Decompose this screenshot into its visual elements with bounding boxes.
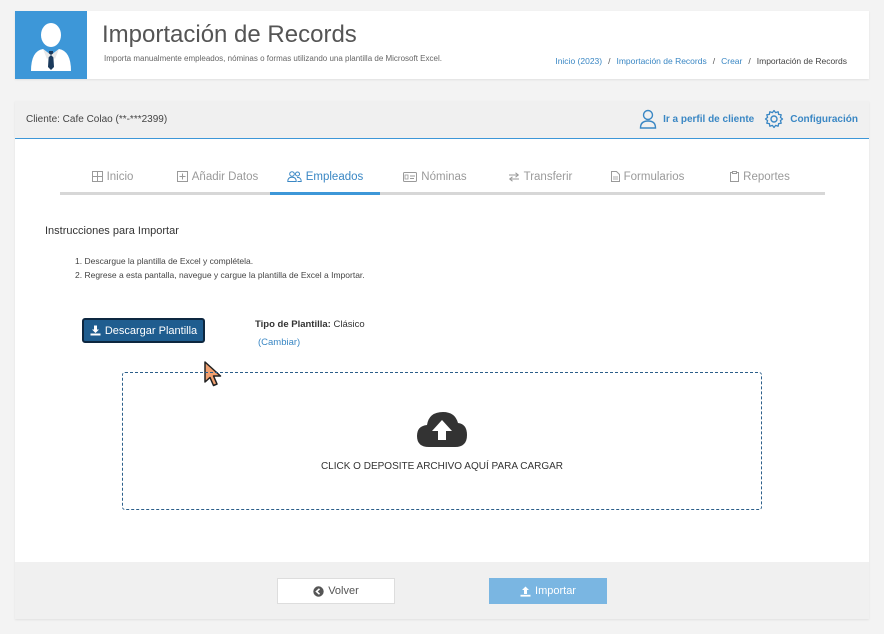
download-icon xyxy=(90,325,101,336)
instructions-title: Instrucciones para Importar xyxy=(45,225,179,237)
tab-inicio[interactable]: Inicio xyxy=(60,161,165,192)
import-button[interactable]: Importar xyxy=(489,578,607,604)
gear-icon xyxy=(765,109,784,129)
upload-icon xyxy=(520,586,531,597)
exchange-icon xyxy=(508,171,519,182)
page-subtitle: Importa manualmente empleados, nóminas o… xyxy=(104,54,442,63)
tab-nominas[interactable]: Nóminas xyxy=(380,161,490,192)
instruction-step: Regrese a esta pantalla, navegue y cargu… xyxy=(75,268,364,282)
user-icon xyxy=(639,109,657,129)
id-card-icon xyxy=(403,171,418,182)
clipboard-icon xyxy=(730,171,740,182)
client-bar: Cliente: Cafe Colao (**-***2399) Ir a pe… xyxy=(15,101,869,139)
instruction-step: Descargue la plantilla de Excel y complé… xyxy=(75,254,365,268)
user-tie-icon xyxy=(31,23,71,71)
back-button[interactable]: Volver xyxy=(277,578,395,604)
breadcrumb-crear[interactable]: Crear xyxy=(721,56,742,66)
template-type: Tipo de Plantilla: Clásico xyxy=(255,319,365,330)
tabs: Inicio Añadir Datos Empleados Nóminas Tr… xyxy=(60,161,825,195)
arrow-left-circle-icon xyxy=(313,585,324,597)
tab-reportes[interactable]: Reportes xyxy=(705,161,815,192)
tab-anadir-datos[interactable]: Añadir Datos xyxy=(165,161,270,192)
tab-empleados[interactable]: Empleados xyxy=(270,161,380,195)
breadcrumb-current: Importación de Records xyxy=(756,56,847,66)
page-title: Importación de Records xyxy=(102,21,357,48)
tab-transferir[interactable]: Transferir xyxy=(490,161,590,192)
cloud-upload-icon xyxy=(417,412,467,447)
panel-footer: Volver Importar xyxy=(15,562,869,619)
client-label: Cliente: Cafe Colao (**-***2399) xyxy=(26,114,168,125)
file-dropzone[interactable]: CLICK O DEPOSITE ARCHIVO AQUÍ PARA CARGA… xyxy=(122,372,762,510)
avatar xyxy=(15,11,87,79)
dropzone-text: CLICK O DEPOSITE ARCHIVO AQUÍ PARA CARGA… xyxy=(320,461,564,472)
plus-square-icon xyxy=(176,171,188,182)
page-header: Importación de Records Importa manualmen… xyxy=(15,11,869,79)
breadcrumb-inicio[interactable]: Inicio (2023) xyxy=(555,56,602,66)
tab-formularios[interactable]: Formularios xyxy=(590,161,705,192)
users-icon xyxy=(287,171,302,182)
breadcrumb: Inicio (2023) / Importación de Records / Cre… xyxy=(555,56,847,66)
download-template-button[interactable]: Descargar Plantilla xyxy=(82,318,205,343)
file-icon xyxy=(610,171,620,182)
breadcrumb-importacion[interactable]: Importación de Records xyxy=(616,56,706,66)
change-template-link[interactable]: (Cambiar) xyxy=(258,337,300,348)
main-panel: Cliente: Cafe Colao (**-***2399) Ir a pe… xyxy=(15,101,869,619)
settings-link[interactable]: Configuración xyxy=(764,109,858,129)
client-profile-link[interactable]: Ir a perfil de cliente xyxy=(639,109,754,129)
grid-icon xyxy=(91,171,103,182)
instructions-list: Descargue la plantilla de Excel y complé… xyxy=(75,254,365,282)
